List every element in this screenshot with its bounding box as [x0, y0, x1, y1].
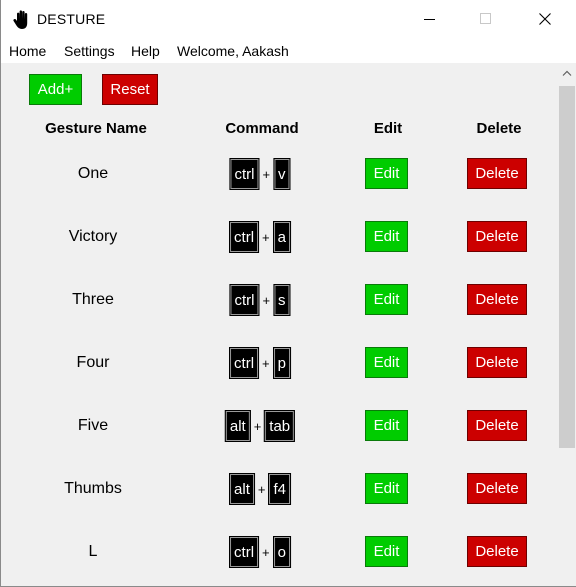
modifier-key: ctrl [229, 347, 260, 379]
command-combo: ctrl + o [229, 535, 291, 569]
close-icon [539, 13, 551, 25]
minimize-icon [424, 19, 435, 20]
add-button[interactable]: Add+ [29, 74, 82, 105]
app-window: DESTURE Home Settings Help Welcome, Aaka… [0, 0, 576, 587]
chevron-up-icon [562, 70, 572, 76]
delete-button[interactable]: Delete [467, 284, 527, 315]
edit-button[interactable]: Edit [365, 221, 408, 252]
maximize-button[interactable] [459, 0, 517, 40]
delete-button[interactable]: Delete [467, 221, 527, 252]
header-edit: Edit [373, 120, 403, 137]
gesture-row: Three ctrl + s Edit Delete [1, 283, 558, 317]
scroll-up-button[interactable] [558, 63, 576, 83]
target-key: o [272, 536, 291, 568]
gesture-row: Victory ctrl + a Edit Delete [1, 220, 558, 254]
gesture-row: One ctrl + v Edit Delete [1, 157, 558, 191]
plus-sign: + [262, 355, 270, 371]
menu-help[interactable]: Help [131, 43, 160, 59]
modifier-key: ctrl [229, 536, 260, 568]
command-combo: alt + tab [224, 409, 296, 443]
gesture-name: Thumbs [64, 480, 122, 497]
delete-button[interactable]: Delete [467, 347, 527, 378]
minimize-button[interactable] [403, 0, 461, 40]
plus-sign: + [262, 292, 271, 308]
target-key: tab [264, 410, 296, 442]
menu-welcome-user[interactable]: Welcome, Aakash [177, 43, 289, 59]
edit-button[interactable]: Edit [365, 158, 408, 189]
delete-button[interactable]: Delete [467, 410, 527, 441]
command-combo: ctrl + v [229, 157, 291, 191]
header-delete: Delete [476, 120, 522, 137]
close-button[interactable] [518, 0, 576, 40]
maximize-icon [480, 13, 491, 24]
gesture-row: L ctrl + o Edit Delete [1, 535, 558, 569]
header-gesture-name: Gesture Name [45, 120, 147, 137]
gesture-row: Four ctrl + p Edit Delete [1, 346, 558, 380]
modifier-key: ctrl [229, 284, 260, 316]
target-key: f4 [268, 473, 291, 505]
target-key: a [272, 221, 291, 253]
gesture-name: One [77, 165, 109, 182]
edit-button[interactable]: Edit [365, 473, 408, 504]
plus-sign: + [262, 166, 271, 182]
header-command: Command [225, 120, 299, 137]
plus-sign: + [262, 544, 270, 560]
gesture-row: Thumbs alt + f4 Edit Delete [1, 472, 558, 506]
menu-settings[interactable]: Settings [64, 43, 115, 59]
plus-sign: + [262, 229, 270, 245]
target-key: s [273, 284, 291, 316]
hand-icon [11, 9, 33, 31]
reset-button[interactable]: Reset [102, 74, 158, 105]
command-combo: alt + f4 [229, 472, 291, 506]
command-combo: ctrl + a [229, 220, 291, 254]
menu-bar: Home Settings Help Welcome, Aakash [1, 40, 576, 63]
gesture-name: L [88, 543, 98, 560]
edit-button[interactable]: Edit [365, 347, 408, 378]
modifier-key: ctrl [229, 158, 260, 190]
plus-sign: + [253, 418, 262, 434]
target-key: v [273, 158, 291, 190]
edit-button[interactable]: Edit [365, 284, 408, 315]
modifier-key: alt [224, 410, 251, 442]
gesture-name: Three [72, 291, 114, 308]
edit-button[interactable]: Edit [365, 410, 408, 441]
delete-button[interactable]: Delete [467, 473, 527, 504]
gesture-panel: Add+ Reset Gesture Name Command Edit Del… [1, 63, 558, 586]
gesture-name: Four [76, 354, 110, 371]
title-bar[interactable]: DESTURE [1, 0, 576, 40]
edit-button[interactable]: Edit [365, 536, 408, 567]
command-combo: ctrl + p [229, 346, 291, 380]
command-combo: ctrl + s [229, 283, 291, 317]
scroll-thumb[interactable] [559, 86, 575, 448]
window-title: DESTURE [37, 11, 106, 27]
delete-button[interactable]: Delete [467, 158, 527, 189]
plus-sign: + [257, 481, 266, 497]
modifier-key: ctrl [229, 221, 260, 253]
target-key: p [272, 347, 291, 379]
menu-home[interactable]: Home [9, 43, 46, 59]
gesture-name: Victory [68, 228, 118, 245]
gesture-row: Five alt + tab Edit Delete [1, 409, 558, 443]
gesture-name: Five [77, 417, 109, 434]
modifier-key: alt [229, 473, 255, 505]
vertical-scrollbar[interactable] [558, 63, 576, 586]
delete-button[interactable]: Delete [467, 536, 527, 567]
